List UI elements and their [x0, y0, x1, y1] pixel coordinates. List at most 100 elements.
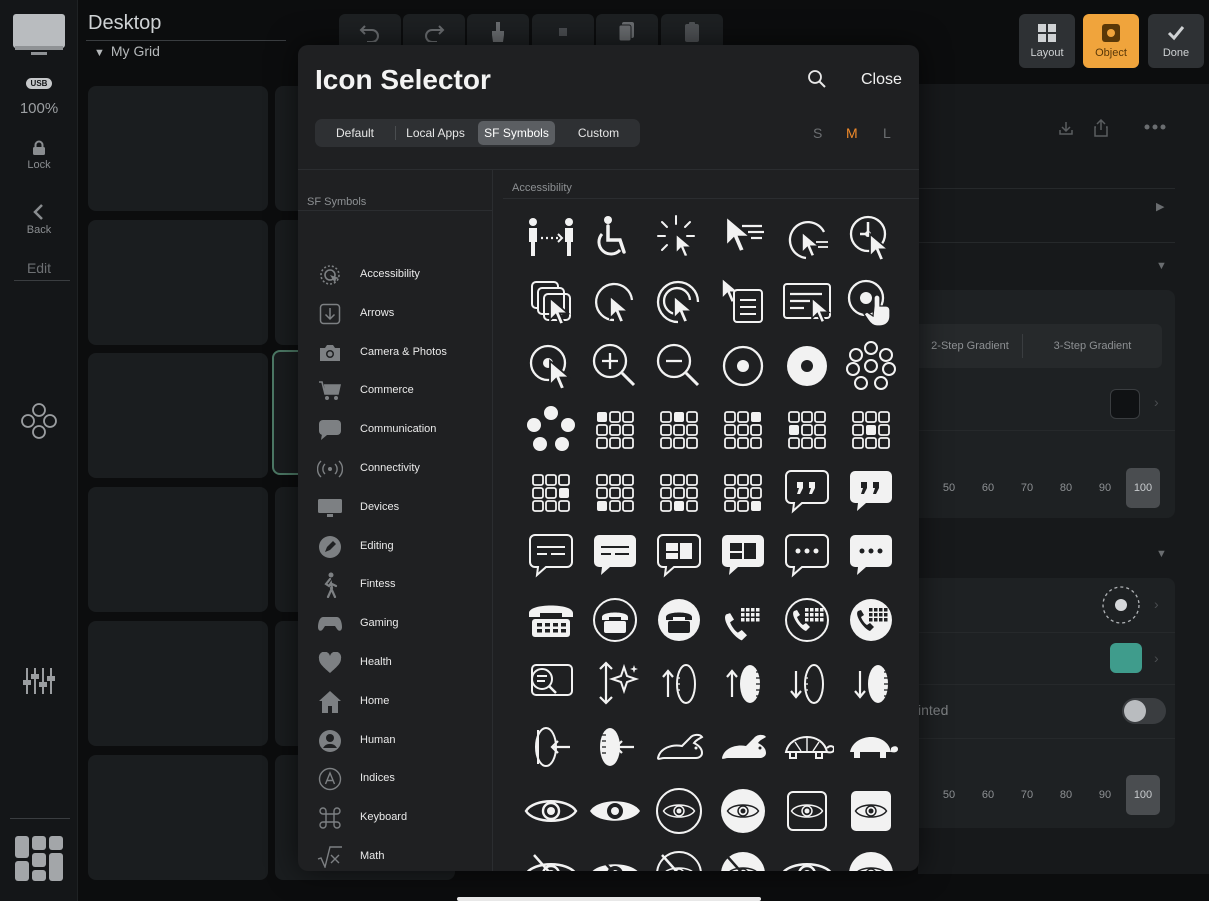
lock-button[interactable]: Lock	[0, 140, 78, 171]
grid-cell[interactable]	[88, 621, 268, 746]
edit-label[interactable]: Edit	[0, 260, 78, 276]
symbol-icon[interactable]	[520, 399, 582, 461]
grid-cell[interactable]	[88, 487, 268, 612]
category-item[interactable]: Keyboard	[298, 800, 493, 838]
opacity-option[interactable]: 50	[932, 468, 966, 508]
symbol-icon[interactable]	[776, 589, 838, 651]
symbol-icon[interactable]	[584, 716, 646, 778]
category-item[interactable]: Accessibility	[298, 257, 493, 295]
symbol-icon[interactable]	[520, 272, 582, 334]
opacity-option[interactable]: 90	[1088, 468, 1122, 508]
symbol-icon[interactable]	[584, 399, 646, 461]
color-swatch-teal[interactable]	[1110, 643, 1142, 673]
triangle-down-icon[interactable]: ▼	[1156, 548, 1167, 560]
layout-button[interactable]: Layout	[1019, 14, 1075, 68]
category-item[interactable]: Camera & Photos	[298, 335, 493, 373]
symbol-icon[interactable]	[520, 716, 582, 778]
symbol-icon[interactable]	[840, 462, 902, 524]
gradient-2-option[interactable]: 2-Step Gradient	[918, 324, 1022, 368]
symbol-icon[interactable]	[520, 589, 582, 651]
symbol-icon[interactable]	[520, 462, 582, 524]
tab-local-apps[interactable]: Local Apps	[397, 121, 474, 145]
grid-cell[interactable]	[88, 86, 268, 211]
symbol-icon[interactable]	[712, 716, 774, 778]
symbol-icon[interactable]	[584, 589, 646, 651]
symbol-icon[interactable]	[776, 780, 838, 842]
grid-cell[interactable]	[88, 353, 268, 478]
opacity-option[interactable]: 70	[1010, 775, 1044, 815]
opacity-option[interactable]: 80	[1049, 468, 1083, 508]
symbol-icon[interactable]	[520, 526, 582, 588]
category-item[interactable]: Connectivity	[298, 451, 493, 489]
symbol-icon[interactable]	[712, 335, 774, 397]
symbol-icon[interactable]	[584, 462, 646, 524]
symbol-icon[interactable]	[712, 653, 774, 715]
symbol-icon[interactable]	[520, 208, 582, 270]
size-small[interactable]: S	[813, 125, 822, 141]
symbol-icon[interactable]	[648, 462, 710, 524]
symbol-icon[interactable]	[520, 780, 582, 842]
symbol-icon[interactable]	[776, 843, 838, 871]
symbol-icon[interactable]	[776, 716, 838, 778]
symbol-icon[interactable]	[648, 399, 710, 461]
size-large[interactable]: L	[883, 125, 891, 141]
symbol-icon[interactable]	[648, 208, 710, 270]
symbol-icon[interactable]	[776, 272, 838, 334]
opacity-option-selected[interactable]: 100	[1126, 775, 1160, 815]
category-item[interactable]: Communication	[298, 412, 493, 450]
symbol-icon[interactable]	[840, 208, 902, 270]
symbol-icon[interactable]	[712, 462, 774, 524]
symbol-icon[interactable]	[840, 526, 902, 588]
symbol-icon[interactable]	[712, 843, 774, 871]
symbol-icon[interactable]	[776, 526, 838, 588]
symbol-icon[interactable]	[712, 399, 774, 461]
symbol-icon[interactable]	[648, 780, 710, 842]
opacity-option[interactable]: 60	[971, 775, 1005, 815]
opacity-option[interactable]: 50	[932, 775, 966, 815]
symbol-icon[interactable]	[584, 208, 646, 270]
opacity-option[interactable]: 60	[971, 468, 1005, 508]
triangle-right-icon[interactable]: ▶	[1156, 200, 1164, 213]
color-swatch-dark[interactable]	[1110, 389, 1140, 419]
symbol-icon[interactable]	[840, 272, 902, 334]
object-button[interactable]: Object	[1083, 14, 1139, 68]
symbol-icon[interactable]	[776, 399, 838, 461]
category-item[interactable]: Editing	[298, 529, 493, 567]
back-button[interactable]: Back	[0, 203, 78, 236]
symbol-icon[interactable]	[840, 716, 902, 778]
size-medium[interactable]: M	[846, 125, 858, 141]
done-button[interactable]: Done	[1148, 14, 1204, 68]
symbol-icon[interactable]	[840, 589, 902, 651]
device-monitor-icon[interactable]	[0, 12, 78, 61]
category-item[interactable]: Gaming	[298, 606, 493, 644]
symbol-icon[interactable]	[648, 272, 710, 334]
symbol-icon[interactable]	[520, 843, 582, 871]
symbol-icon[interactable]	[776, 335, 838, 397]
symbol-icon[interactable]	[584, 272, 646, 334]
category-item[interactable]: Indices	[298, 761, 493, 799]
symbol-icon[interactable]	[776, 208, 838, 270]
symbol-icon[interactable]	[712, 208, 774, 270]
tinted-toggle[interactable]	[1122, 698, 1166, 724]
symbol-icon[interactable]	[648, 526, 710, 588]
search-button[interactable]	[807, 69, 827, 94]
symbol-icon[interactable]	[840, 399, 902, 461]
symbol-icon[interactable]	[840, 653, 902, 715]
joystick-icon[interactable]	[0, 402, 78, 443]
category-item[interactable]: Health	[298, 645, 493, 683]
symbol-icon[interactable]	[648, 589, 710, 651]
symbol-icon[interactable]	[712, 780, 774, 842]
symbol-icon[interactable]	[584, 780, 646, 842]
grid-layout-icon[interactable]	[0, 834, 78, 887]
opacity-option[interactable]: 70	[1010, 468, 1044, 508]
grid-cell[interactable]	[88, 755, 268, 880]
symbol-icon[interactable]	[776, 653, 838, 715]
opacity-option[interactable]: 90	[1088, 775, 1122, 815]
sliders-icon[interactable]	[0, 666, 78, 699]
symbol-icon[interactable]	[840, 780, 902, 842]
symbol-icon[interactable]	[648, 716, 710, 778]
symbol-icon[interactable]	[776, 462, 838, 524]
triangle-down-icon[interactable]: ▼	[1156, 260, 1167, 272]
opacity-option[interactable]: 80	[1049, 775, 1083, 815]
opacity-selector[interactable]: 50 60 70 80 90 100	[932, 468, 1166, 508]
